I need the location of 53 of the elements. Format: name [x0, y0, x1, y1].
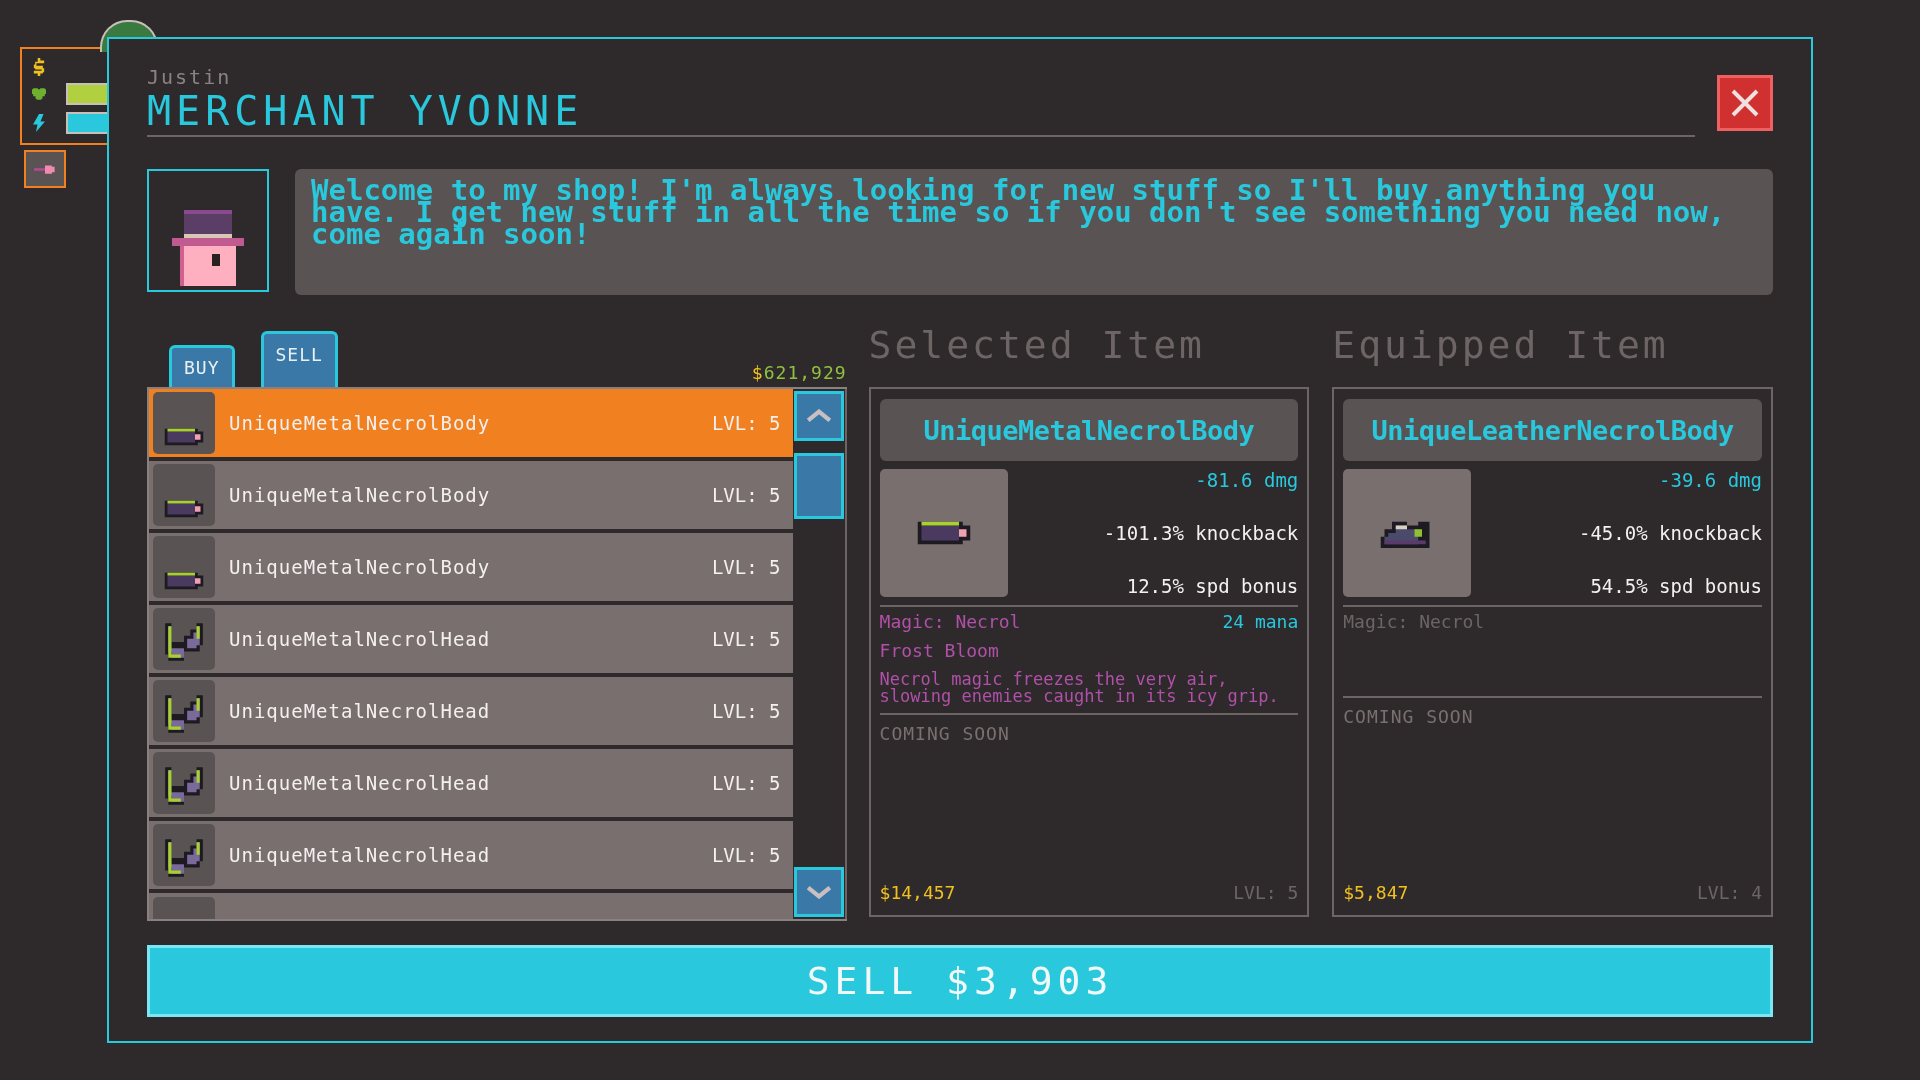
panel-heading: Selected Item [868, 322, 1206, 369]
item-price: $5,847 [1343, 882, 1409, 903]
knockback-stat: -101.3% knockback [1103, 522, 1299, 544]
item-row[interactable]: UniqueMetalNecrolHead LVL: 5 [149, 749, 793, 817]
item-name: UniqueMetalNecrolBody [879, 399, 1299, 461]
helmet-icon [162, 836, 206, 880]
item-level: LVL: 5 [1233, 882, 1299, 903]
item-price: $14,457 [879, 882, 956, 903]
item-row[interactable]: UniqueMetalNecrolHead LVL: 5 [149, 605, 793, 673]
item-row[interactable]: UniqueMetalNecrolBody LVL: 5 [149, 389, 793, 457]
ability-slot[interactable] [24, 150, 66, 188]
armor-icon [162, 498, 206, 520]
tab[interactable]: SELL [260, 331, 338, 387]
spell-name: Frost Bloom [879, 640, 1000, 661]
scroll-up-button[interactable] [793, 391, 844, 441]
chevron-up-icon [805, 409, 832, 423]
merchant-title: MERCHANT YVONNE [147, 89, 585, 133]
heart-icon [32, 85, 46, 103]
player-name: Justin [147, 65, 233, 89]
projectile-icon [34, 163, 56, 175]
damage-stat: -81.6 dmg [1195, 469, 1299, 491]
helmet-icon [162, 764, 206, 808]
scroll-down-button[interactable] [793, 867, 844, 917]
money-balance: $621,929 [751, 362, 847, 385]
helmet-icon [162, 620, 206, 664]
close-button[interactable] [1717, 75, 1773, 131]
item-level: LVL: 4 [1696, 882, 1762, 903]
tab[interactable]: BUY [169, 345, 235, 387]
knockback-stat: -45.0% knockback [1578, 522, 1762, 544]
coming-soon-label: COMING SOON [879, 723, 1011, 744]
chevron-down-icon [805, 885, 832, 899]
close-icon [1730, 88, 1760, 118]
coming-soon-label: COMING SOON [1343, 706, 1475, 727]
item-row[interactable]: UniqueMetalNecrolHead LVL: 5 [149, 821, 793, 889]
item-row[interactable]: UniqueMetalNecrolBody LVL: 5 [149, 461, 793, 529]
mana-cost: 24 mana [1222, 611, 1299, 632]
armor-icon [162, 570, 206, 592]
merchant-greeting: Welcome to my shop! I'm always looking for new stuff so I'll buy anything you have. I get new stuff in all the time so if you don't see something you need now, come again soon! [295, 169, 1773, 295]
item-name: UniqueLeatherNecrolBody [1343, 399, 1762, 461]
item-row[interactable]: UniqueMetalNecrolBody LVL: 5 [149, 533, 793, 601]
magic-type: Magic: Necrol [879, 611, 1021, 632]
speed-stat: 54.5% spd bonus [1590, 575, 1762, 597]
armor-icon [162, 426, 206, 448]
damage-stat: -39.6 dmg [1659, 469, 1762, 491]
dollar-icon [32, 58, 46, 77]
spell-description: Necrol magic freezes the very air, slowing enemies caught in its icy grip. [879, 671, 1280, 705]
scroll-thumb[interactable] [793, 453, 844, 519]
speed-stat: 12.5% spd bonus [1126, 575, 1299, 597]
helmet-icon [162, 692, 206, 736]
panel-heading: Equipped Item [1332, 322, 1670, 369]
item-row[interactable]: UniqueMetalNecrolHead LVL: 5 [149, 677, 793, 745]
lightning-icon [32, 113, 46, 132]
magic-type: Magic: Necrol [1343, 611, 1485, 632]
